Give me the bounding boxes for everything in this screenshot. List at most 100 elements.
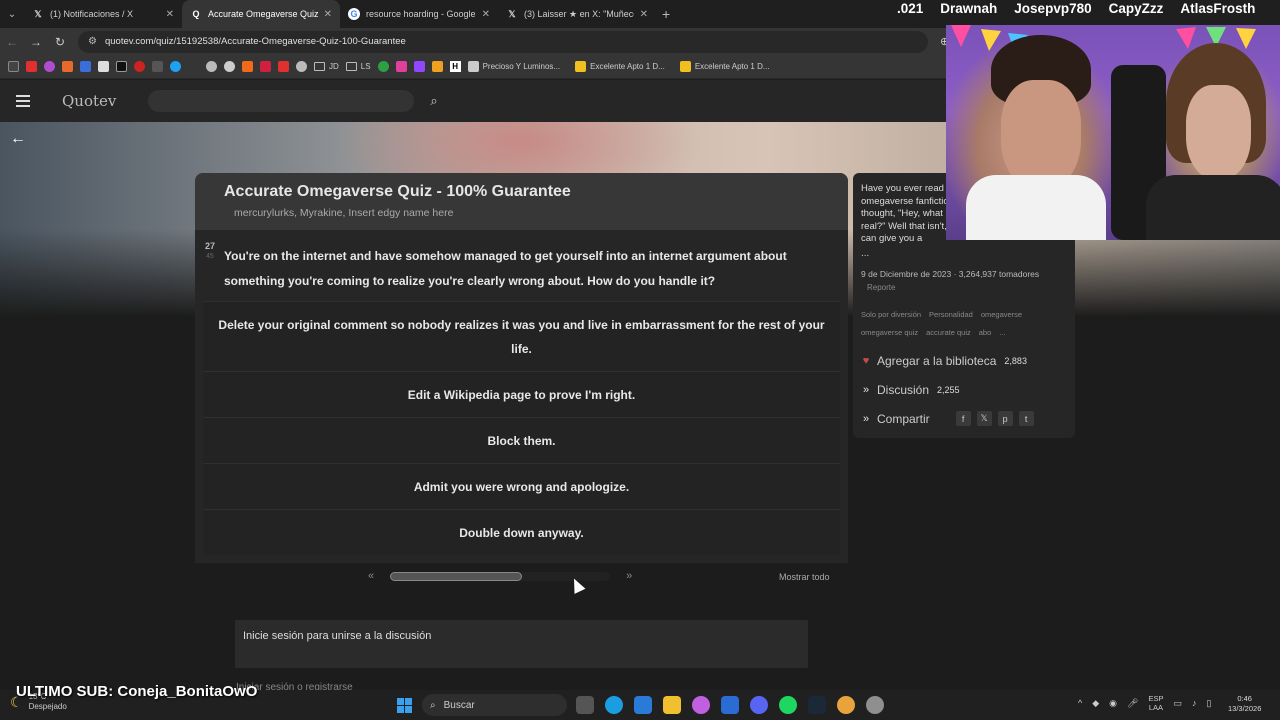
bookmark-icon[interactable] xyxy=(431,61,443,72)
file-explorer-icon[interactable] xyxy=(663,696,681,714)
browser-tab-google[interactable]: G resource hoarding - Google Se ✕ xyxy=(340,0,498,28)
discussion-login-box[interactable]: Inicie sesión para unirse a la discusión xyxy=(235,620,808,668)
bookmark-folder-ls[interactable]: LS xyxy=(345,62,371,71)
twitch-icon[interactable] xyxy=(413,61,425,72)
tray-app-icon[interactable]: ◉ xyxy=(1109,698,1117,709)
tag-link[interactable]: Personalidad xyxy=(929,306,973,324)
globe-icon[interactable] xyxy=(206,61,217,72)
bookmark-icon[interactable] xyxy=(260,61,271,72)
bookmark-icon[interactable] xyxy=(134,61,145,72)
bookmark-label: LS xyxy=(360,62,371,71)
discussion-button[interactable]: » Discusión 2,255 xyxy=(861,380,1067,400)
tag-link[interactable]: ... xyxy=(999,324,1005,342)
youtube-icon[interactable] xyxy=(278,61,289,72)
bookmark-excelente-2[interactable]: Excelente Apto 1 D... xyxy=(679,61,770,72)
store-icon[interactable] xyxy=(634,696,652,714)
x-logo-icon: 𝕏 xyxy=(34,8,42,19)
bookmark-icon[interactable] xyxy=(224,61,235,72)
youtube-icon[interactable] xyxy=(26,61,37,72)
close-icon[interactable]: ✕ xyxy=(640,9,648,20)
tag-link[interactable]: Solo por diversión xyxy=(861,306,921,324)
bookmark-precioso[interactable]: Precioso Y Luminos... xyxy=(467,61,560,72)
edge-icon[interactable] xyxy=(605,696,623,714)
hamburger-menu-icon[interactable] xyxy=(16,95,30,107)
discord-icon[interactable] xyxy=(750,696,768,714)
tray-app-icon[interactable]: ◆ xyxy=(1092,698,1099,709)
show-all-link[interactable]: Mostrar todo xyxy=(779,572,830,582)
back-arrow-icon[interactable]: ← xyxy=(10,130,26,148)
x-logo-icon[interactable]: 𝕏 xyxy=(976,411,992,426)
x-logo-icon[interactable] xyxy=(116,61,127,72)
facebook-icon[interactable]: f xyxy=(955,411,971,426)
search-icon: ⌕ xyxy=(430,699,436,711)
windows-start-icon[interactable] xyxy=(397,698,412,713)
bookmark-label: Excelente Apto 1 D... xyxy=(590,62,665,71)
add-to-library-button[interactable]: ♥ Agregar a la biblioteca 2,883 xyxy=(861,351,1067,371)
tag-link[interactable]: abo xyxy=(979,324,992,342)
bookmark-h[interactable]: H xyxy=(449,61,461,72)
tag-link[interactable]: omegaverse xyxy=(981,306,1022,324)
next-question-button[interactable]: » xyxy=(626,570,632,582)
site-logo[interactable]: Quotev xyxy=(62,92,116,110)
site-info-icon[interactable]: ⚙ xyxy=(88,36,97,47)
bookmark-icon[interactable] xyxy=(152,61,163,72)
reload-icon[interactable]: ↻ xyxy=(48,35,72,49)
bookmark-excelente-1[interactable]: Excelente Apto 1 D... xyxy=(575,61,665,72)
quiz-card: Accurate Omegaverse Quiz - 100% Guarante… xyxy=(195,173,848,563)
url-field[interactable]: ⚙ quotev.com/quiz/15192538/Accurate-Omeg… xyxy=(78,30,928,53)
browser-tab-laisser[interactable]: 𝕏 (3) Laisser ★ en X: "Muñecos de ✕ xyxy=(498,0,656,28)
bookmark-icon[interactable] xyxy=(62,61,73,72)
answer-option-3[interactable]: Block them. xyxy=(203,417,840,463)
answer-option-5[interactable]: Double down anyway. xyxy=(203,509,840,555)
answer-option-1[interactable]: Delete your original comment so nobody r… xyxy=(203,301,840,371)
language-indicator[interactable]: ESP LAA xyxy=(1148,694,1163,712)
taskbar-search-input[interactable]: ⌕ Buscar xyxy=(422,694,567,716)
app-icon[interactable] xyxy=(866,696,884,714)
network-icon[interactable]: ▭ xyxy=(1173,698,1182,709)
bookmark-icon[interactable] xyxy=(98,61,109,72)
answer-option-2[interactable]: Edit a Wikipedia page to prove I'm right… xyxy=(203,371,840,417)
mail-icon[interactable] xyxy=(721,696,739,714)
copilot-icon[interactable] xyxy=(692,696,710,714)
search-icon[interactable]: ⌕ xyxy=(430,93,437,109)
answer-option-4[interactable]: Admit you were wrong and apologize. xyxy=(203,463,840,509)
spotify-icon[interactable] xyxy=(779,696,797,714)
taskbar-clock[interactable]: 0:46 13/3/2026 xyxy=(1228,694,1261,714)
browser-tab-quiz[interactable]: Q Accurate Omegaverse Quiz - 100 ✕ xyxy=(182,0,340,28)
bookmark-icon[interactable] xyxy=(44,61,55,72)
steam-icon[interactable] xyxy=(808,696,826,714)
forward-arrow-icon[interactable]: → xyxy=(24,35,48,49)
apps-grid-icon[interactable] xyxy=(8,61,19,72)
tumblr-icon[interactable]: t xyxy=(1018,411,1034,426)
tag-link[interactable]: omegaverse quiz xyxy=(861,324,918,342)
bookmark-icon[interactable] xyxy=(80,61,91,72)
chrome-icon[interactable] xyxy=(837,696,855,714)
battery-icon[interactable]: ▯ xyxy=(1206,698,1211,709)
globe-icon[interactable] xyxy=(296,61,307,72)
bookmark-folder-jd[interactable]: JD xyxy=(314,62,339,71)
microphone-icon[interactable]: 🎤︎ xyxy=(1127,698,1138,709)
close-icon[interactable]: ✕ xyxy=(166,9,174,20)
quiz-meta: 9 de Diciembre de 2023 · 3,264,937 tomad… xyxy=(861,268,1040,279)
back-arrow-icon[interactable]: ← xyxy=(0,35,24,49)
report-link[interactable]: Reporte xyxy=(867,283,1067,292)
site-search-input[interactable] xyxy=(148,90,415,112)
bookmark-icon[interactable] xyxy=(170,61,181,72)
chevron-up-icon[interactable]: ^ xyxy=(1078,698,1082,708)
supporter-name: Drawnah xyxy=(940,1,998,16)
bookmark-icon[interactable] xyxy=(395,61,407,72)
bookmark-icon[interactable] xyxy=(377,61,389,72)
close-icon[interactable]: ✕ xyxy=(324,9,332,20)
close-icon[interactable]: ✕ xyxy=(482,9,490,20)
browser-tab-notifications[interactable]: 𝕏 (1) Notificaciones / X ✕ xyxy=(24,0,182,28)
prev-question-button[interactable]: « xyxy=(368,570,374,582)
task-view-icon[interactable] xyxy=(576,696,594,714)
tab-search-chevron-icon[interactable]: ⌄ xyxy=(0,0,24,28)
bookmark-icon[interactable] xyxy=(242,61,253,72)
volume-icon[interactable]: ♪ xyxy=(1192,698,1197,708)
description-more-link[interactable]: ... xyxy=(861,248,1067,259)
tag-link[interactable]: accurate quiz xyxy=(926,324,971,342)
pinterest-icon[interactable]: p xyxy=(997,411,1013,426)
quiz-authors[interactable]: mercurylurks, Myrakine, Insert edgy name… xyxy=(234,207,848,219)
new-tab-plus-icon[interactable]: + xyxy=(662,6,670,22)
